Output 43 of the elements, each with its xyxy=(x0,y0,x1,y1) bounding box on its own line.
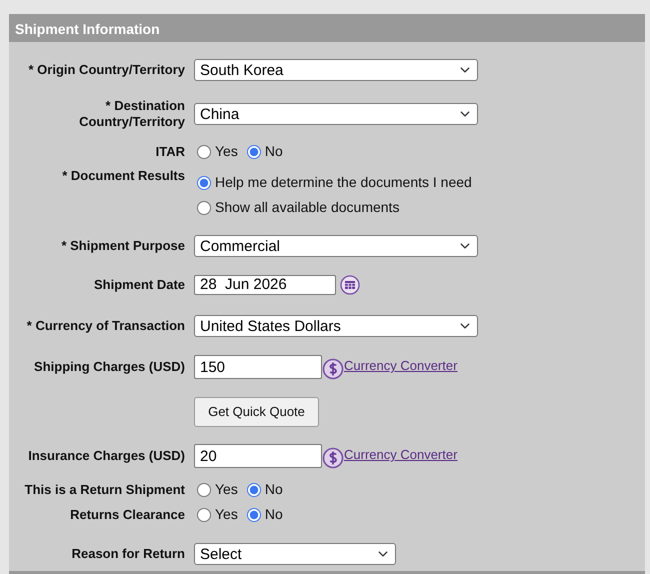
input-field[interactable]: 150 xyxy=(194,355,322,379)
field-label: * Document Results xyxy=(61,168,185,184)
radio-label[interactable]: No xyxy=(264,141,283,162)
dollar-icon xyxy=(322,358,344,380)
field-label: ITAR xyxy=(154,144,185,160)
dollar-icon xyxy=(322,447,344,469)
radio-button[interactable] xyxy=(197,482,211,496)
radio-button[interactable] xyxy=(246,482,261,496)
dropdown[interactable]: Commercial xyxy=(194,235,478,257)
quick-quote-button[interactable]: Get Quick Quote xyxy=(194,397,319,427)
field-label: Shipping Charges (USD) xyxy=(33,359,185,375)
field-label: Returns Clearance xyxy=(69,506,185,522)
field-label: Shipment Date xyxy=(92,277,185,293)
calendar-icon[interactable] xyxy=(340,275,360,295)
radio-label[interactable]: Show all available documents xyxy=(215,197,400,218)
field-label: This is a Return Shipment xyxy=(24,482,185,498)
dropdown[interactable]: United States Dollars xyxy=(194,315,478,337)
radio-label[interactable]: No xyxy=(264,504,283,525)
radio-button[interactable] xyxy=(246,508,261,522)
dropdown[interactable]: South Korea xyxy=(194,59,478,81)
radio-button[interactable] xyxy=(197,176,211,190)
radio-label[interactable]: Yes xyxy=(215,479,238,500)
field-label: * Destination Country/Territory xyxy=(78,98,185,130)
field-label: Insurance Charges (USD) xyxy=(27,448,185,464)
field-label: Reason for Return xyxy=(70,546,185,562)
radio-button[interactable] xyxy=(197,508,211,522)
radio-label[interactable]: Yes xyxy=(215,141,238,162)
field-label: * Currency of Transaction xyxy=(26,318,185,334)
radio-button[interactable] xyxy=(246,144,261,158)
field-label: * Origin Country/Territory xyxy=(28,62,185,78)
dropdown[interactable]: China xyxy=(194,103,478,125)
section-header: Shipment Information xyxy=(9,14,645,42)
radio-button[interactable] xyxy=(197,144,211,158)
radio-label[interactable]: Help me determine the documents I need xyxy=(215,172,472,193)
date-field[interactable]: 28 Jun 2026 xyxy=(194,275,336,295)
field-label: * Shipment Purpose xyxy=(60,238,185,254)
radio-button[interactable] xyxy=(197,200,211,214)
currency-converter-link[interactable]: Currency Converter xyxy=(344,356,458,376)
input-field[interactable]: 20 xyxy=(194,444,322,468)
radio-label[interactable]: No xyxy=(264,479,283,500)
radio-label[interactable]: Yes xyxy=(215,504,238,525)
dropdown[interactable]: Select xyxy=(194,543,396,565)
currency-converter-link[interactable]: Currency Converter xyxy=(344,445,458,464)
